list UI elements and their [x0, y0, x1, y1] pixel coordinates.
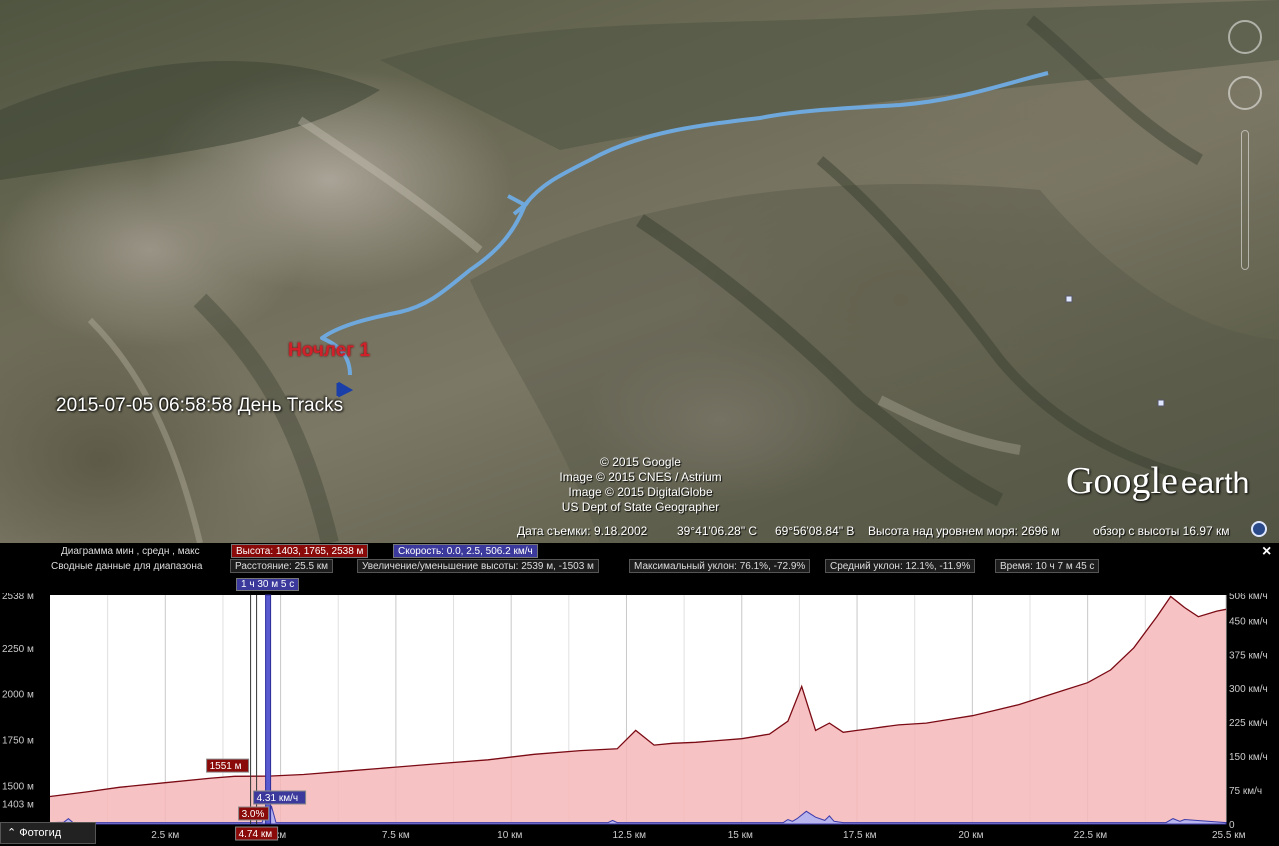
imagery-date: Дата съемки: 9.18.2002	[517, 524, 648, 538]
google-earth-window: Ночлег 1 2015-07-05 06:58:58 День Tracks…	[0, 0, 1279, 846]
y-right-tick-label: 150 км/ч	[1229, 752, 1268, 763]
status-bar: Дата съемки: 9.18.2002 39°41'06.28" С 69…	[0, 519, 1279, 543]
google-earth-logo: Google earth	[1066, 459, 1249, 503]
cursor-time-tag: 1 ч 30 м 5 с	[236, 578, 300, 591]
y-right-tick-label: 450 км/ч	[1229, 616, 1268, 627]
photo-guide-label: Фотогид	[19, 827, 62, 839]
attribution-line: Image © 2015 CNES / Astrium	[559, 470, 722, 484]
elevation-profile-panel: Диаграмма мин , средн , макс Высота: 140…	[0, 543, 1279, 846]
x-tick-label: 2.5 км	[151, 830, 179, 841]
x-tick-label: 10 км	[497, 830, 522, 841]
x-tick-label: 17.5 км	[843, 830, 877, 841]
zoom-slider[interactable]	[1241, 130, 1249, 270]
earth-3d-view[interactable]: Ночлег 1 2015-07-05 06:58:58 День Tracks…	[0, 0, 1279, 543]
look-joystick-icon[interactable]	[1228, 20, 1262, 54]
compass-icon[interactable]	[1251, 521, 1267, 537]
y-left-tick-label: 2000 м	[2, 690, 34, 701]
y-right-tick-label: 225 км/ч	[1229, 718, 1268, 729]
navigation-controls[interactable]	[1222, 20, 1266, 280]
longitude-readout: 69°56'08.84" В	[775, 524, 855, 538]
logo-earth-text: earth	[1180, 467, 1250, 500]
distance-chip: Расстояние: 25.5 км	[230, 559, 334, 573]
eye-altitude-readout: обзор с высоты 16.97 км	[1093, 524, 1230, 538]
photo-guide-button[interactable]: ⌃ Фотогид	[0, 822, 96, 844]
height-chip[interactable]: Высота: 1403, 1765, 2538 м	[231, 544, 369, 558]
logo-google-text: Google	[1066, 460, 1178, 502]
y-left-tick-label: 1403 м	[2, 799, 34, 810]
x-tick-label: 15 км	[728, 830, 753, 841]
x-tick-label: 20 км	[958, 830, 983, 841]
elevation-chart[interactable]: 2538 м 2250 м 2000 м 1750 м 1500 м 1403 м 506 …	[0, 593, 1279, 846]
track-time-label[interactable]: 2015-07-05 06:58:58 День Tracks	[56, 395, 343, 417]
x-tick-label: 7.5 км	[382, 830, 410, 841]
max-slope-chip: Максимальный уклон: 76.1%, -72.9%	[629, 559, 811, 573]
x-tick-label: 25.5 км	[1212, 830, 1246, 841]
cursor-speed-tag: 4.31 км/ч	[257, 793, 298, 804]
x-tick-label: 22.5 км	[1074, 830, 1108, 841]
placemark-label[interactable]: Ночлег 1	[288, 340, 370, 362]
cursor-height-tag: 1551 м	[210, 761, 242, 772]
attribution-line: US Dept of State Geographer	[561, 500, 720, 514]
chart-row-label: Диаграмма мин , средн , макс	[61, 546, 200, 557]
close-icon[interactable]: ×	[1262, 543, 1271, 561]
gain-loss-chip: Увеличение/уменьшение высоты: 2539 м, -1…	[357, 559, 599, 573]
speed-chip[interactable]: Скорость: 0.0, 2.5, 506.2 км/ч	[393, 544, 538, 558]
chevron-up-icon: ⌃	[7, 827, 20, 839]
latitude-readout: 39°41'06.28" С	[677, 524, 758, 538]
time-chip: Время: 10 ч 7 м 45 с	[995, 559, 1100, 573]
attribution-line: Image © 2015 DigitalGlobe	[568, 485, 713, 499]
avg-slope-chip: Средний уклон: 12.1%, -11.9%	[825, 559, 976, 573]
y-left-tick-label: 2538 м	[2, 593, 34, 602]
y-left-tick-label: 1750 м	[2, 736, 34, 747]
cursor-slope-tag: 3.0%	[242, 809, 265, 820]
y-left-tick-label: 1500 м	[2, 781, 34, 792]
y-right-tick-label: 300 км/ч	[1229, 684, 1268, 695]
y-left-tick-label: 2250 м	[2, 644, 34, 655]
y-right-tick-label: 75 км/ч	[1229, 786, 1262, 797]
attribution-line: © 2015 Google	[600, 455, 681, 469]
elevation-readout: Высота над уровнем моря: 2696 м	[868, 524, 1060, 538]
cursor-distance-tag: 4.74 км	[239, 829, 273, 840]
imagery-attribution: © 2015 Google Image © 2015 CNES / Astriu…	[548, 455, 733, 515]
cursor-bar	[265, 594, 272, 825]
x-tick-label: 12.5 км	[612, 830, 646, 841]
summary-row-label: Сводные данные для диапазона	[51, 561, 203, 572]
move-joystick-icon[interactable]	[1228, 76, 1262, 110]
y-right-tick-label: 375 км/ч	[1229, 650, 1268, 661]
y-right-tick-label: 506 км/ч	[1229, 593, 1268, 602]
